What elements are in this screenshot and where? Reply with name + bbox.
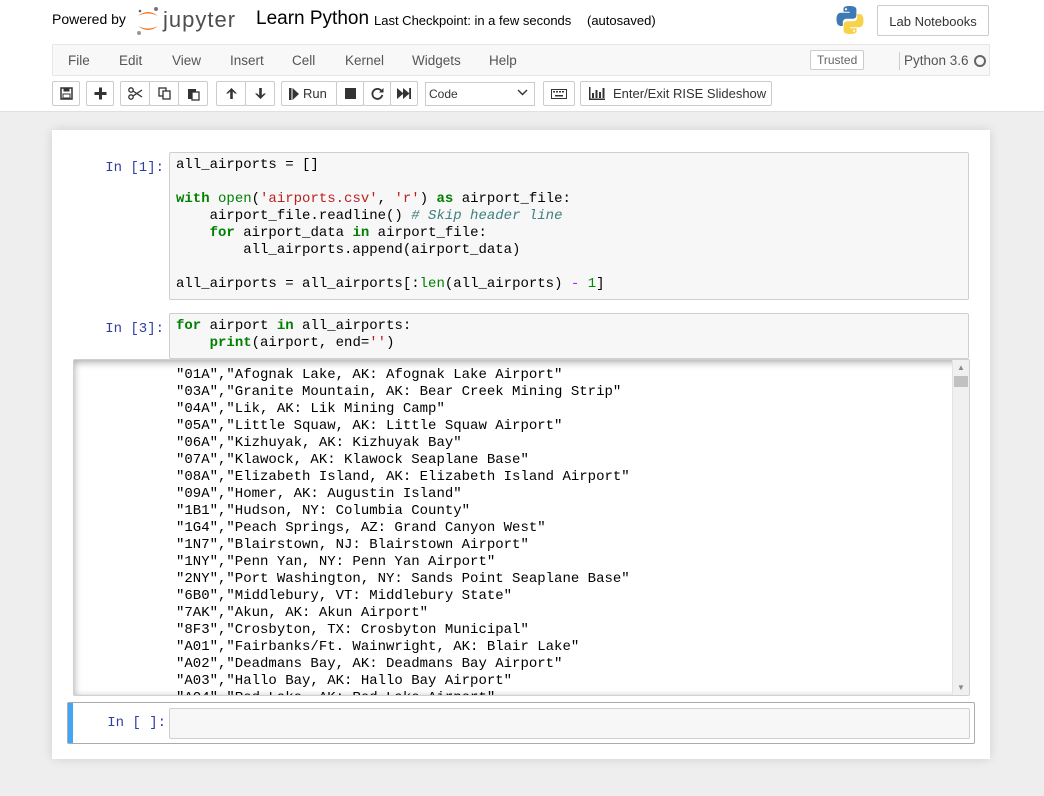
fast-forward-icon <box>397 88 411 99</box>
powered-by-label: Powered by <box>52 11 126 27</box>
restart-run-all-button[interactable] <box>390 81 418 106</box>
menu-cell[interactable]: Cell <box>292 53 315 68</box>
input-prompt: In [1]: <box>105 160 164 176</box>
step-forward-icon <box>289 87 299 100</box>
code-line: all_airports = [] <box>176 157 319 173</box>
code-cell-3-selected[interactable]: In [ ]: <box>67 702 975 744</box>
save-icon <box>59 87 73 100</box>
cut-icon <box>127 87 142 100</box>
code-input[interactable]: all_airports = [] with open('airports.cs… <box>169 152 969 300</box>
output-area[interactable]: "01A","Afognak Lake, AK: Afognak Lake Ai… <box>73 359 970 696</box>
top-bar: Powered by jupyter Learn Python Last Che… <box>52 4 992 38</box>
notebook-toolbar: Run Code Enter/Exit RISE Slideshow <box>52 81 992 107</box>
output-line: "A02","Deadmans Bay, AK: Deadmans Bay Ai… <box>176 656 563 672</box>
menu-kernel[interactable]: Kernel <box>345 53 384 68</box>
checkpoint-status: Last Checkpoint: in a few seconds <box>374 13 572 28</box>
output-line: "07A","Klawock, AK: Klawock Seaplane Bas… <box>176 452 529 468</box>
menu-bar: File Edit View Insert Cell Kernel Widget… <box>52 44 990 76</box>
kernel-idle-icon <box>974 55 986 67</box>
code-editor[interactable]: all_airports = [] with open('airports.cs… <box>170 153 968 293</box>
output-line: "A03","Hallo Bay, AK: Hallo Bay Airport" <box>176 673 513 689</box>
output-line: "6B0","Middlebury, VT: Middlebury State" <box>176 588 513 604</box>
autosave-status: (autosaved) <box>587 13 656 28</box>
plus-icon <box>94 87 106 100</box>
output-line: "1B1","Hudson, NY: Columbia County" <box>176 503 471 519</box>
stop-icon <box>344 88 356 99</box>
output-line: "8F3","Crosbyton, TX: Crosbyton Municipa… <box>176 622 529 638</box>
jupyter-wordmark: jupyter <box>163 7 237 32</box>
output-line: "08A","Elizabeth Island, AK: Elizabeth I… <box>176 469 630 485</box>
output-line: "05A","Little Squaw, AK: Little Squaw Ai… <box>176 418 563 434</box>
run-label: Run <box>303 86 327 101</box>
output-line: "1N7","Blairstown, NJ: Blairstown Airpor… <box>176 537 529 553</box>
output-text: "01A","Afognak Lake, AK: Afognak Lake Ai… <box>176 367 630 695</box>
trusted-badge[interactable]: Trusted <box>810 50 865 70</box>
copy-button[interactable] <box>149 81 179 106</box>
output-line: "09A","Homer, AK: Augustin Island" <box>176 486 462 502</box>
restart-button[interactable] <box>363 81 391 106</box>
jupyter-logo[interactable]: jupyter <box>135 5 245 37</box>
output-line: "A01","Fairbanks/Ft. Wainwright, AK: Bla… <box>176 639 580 655</box>
input-prompt: In [ ]: <box>107 715 166 731</box>
lab-notebooks-button[interactable]: Lab Notebooks <box>877 5 989 36</box>
move-up-button[interactable] <box>216 81 246 106</box>
copy-icon <box>157 87 171 100</box>
output-line: "06A","Kizhuyak, AK: Kizhuyak Bay" <box>176 435 462 451</box>
output-line: "04A","Lik, AK: Lik Mining Camp" <box>176 401 445 417</box>
menu-file[interactable]: File <box>68 53 90 68</box>
output-line: "7AK","Akun, AK: Akun Airport" <box>176 605 429 621</box>
menu-edit[interactable]: Edit <box>119 53 142 68</box>
code-input[interactable]: for airport in all_airports: print(airpo… <box>169 313 969 359</box>
notebook-container: In [1]: all_airports = [] with open('air… <box>52 130 990 759</box>
code-input[interactable] <box>169 708 970 739</box>
menu-help[interactable]: Help <box>489 53 517 68</box>
notebook-title[interactable]: Learn Python <box>256 8 369 30</box>
cell-type-value: Code <box>429 87 458 101</box>
menu-insert[interactable]: Insert <box>230 53 264 68</box>
command-palette-button[interactable] <box>543 81 575 106</box>
menu-view[interactable]: View <box>172 53 201 68</box>
scroll-up-icon[interactable]: ▲ <box>957 364 965 372</box>
run-button[interactable]: Run <box>281 81 337 106</box>
scrollbar-thumb[interactable] <box>954 376 968 387</box>
output-line: "A04","Red Lake, AK: Red Lake Airport" <box>176 690 495 695</box>
scroll-down-icon[interactable]: ▼ <box>957 684 965 692</box>
insert-cell-button[interactable] <box>86 81 114 106</box>
paste-button[interactable] <box>178 81 208 106</box>
jupyter-logo-icon <box>137 7 158 35</box>
cell-type-select[interactable]: Code <box>425 82 535 106</box>
interrupt-button[interactable] <box>336 81 364 106</box>
output-line: "1G4","Peach Springs, AZ: Grand Canyon W… <box>176 520 546 536</box>
menu-widgets[interactable]: Widgets <box>412 53 461 68</box>
chevron-down-icon <box>517 89 528 96</box>
cut-button[interactable] <box>120 81 150 106</box>
refresh-icon <box>371 88 383 100</box>
code-editor[interactable]: for airport in all_airports: print(airpo… <box>170 314 968 352</box>
bar-chart-icon <box>589 87 605 100</box>
python-logo-icon <box>836 6 864 34</box>
arrow-up-icon <box>225 88 237 99</box>
kernel-name[interactable]: Python 3.6 <box>904 53 969 68</box>
output-line: "2NY","Port Washington, NY: Sands Point … <box>176 571 630 587</box>
input-prompt: In [3]: <box>105 321 164 337</box>
save-button[interactable] <box>52 81 80 106</box>
keyboard-icon <box>551 88 567 99</box>
move-down-button[interactable] <box>245 81 275 106</box>
notebook-header: Powered by jupyter Learn Python Last Che… <box>0 0 1044 112</box>
arrow-down-icon <box>254 88 266 99</box>
rise-slideshow-button[interactable]: Enter/Exit RISE Slideshow <box>580 81 772 106</box>
output-line: "01A","Afognak Lake, AK: Afognak Lake Ai… <box>176 367 563 383</box>
output-line: "03A","Granite Mountain, AK: Bear Creek … <box>176 384 622 400</box>
output-scrollbar[interactable]: ▲ ▼ <box>952 360 969 695</box>
kernel-divider <box>899 52 900 70</box>
output-line: "1NY","Penn Yan, NY: Penn Yan Airport" <box>176 554 496 570</box>
paste-icon <box>187 88 200 101</box>
rise-label: Enter/Exit RISE Slideshow <box>613 86 767 101</box>
